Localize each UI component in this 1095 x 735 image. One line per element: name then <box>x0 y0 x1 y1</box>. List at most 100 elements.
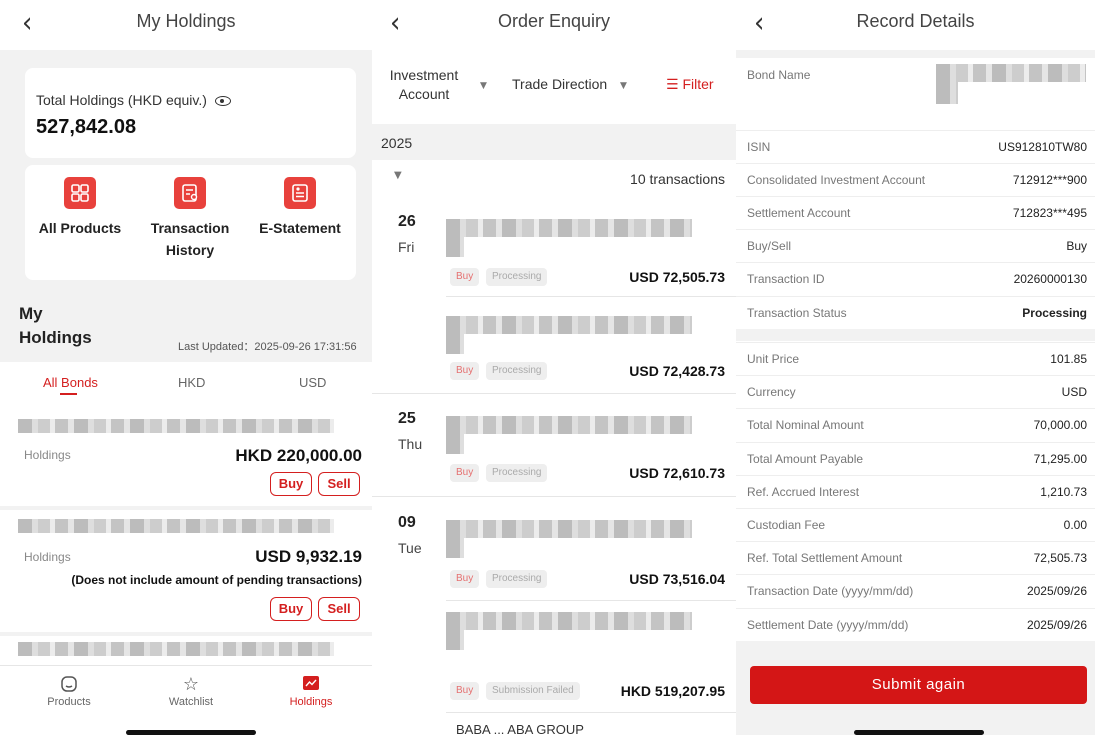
bond-name-redacted <box>936 82 958 104</box>
submit-again-button[interactable]: Submit again <box>750 666 1087 704</box>
home-icon <box>24 674 114 696</box>
transaction-history-button[interactable]: Transaction History <box>135 165 245 261</box>
weekday: Fri <box>398 239 415 255</box>
status-badge: Processing <box>486 268 548 286</box>
holding-item-1[interactable]: Holdings HKD 220,000.00 Buy Sell <box>0 406 372 506</box>
status-badge: Submission Failed <box>486 682 580 700</box>
bond-name-redacted <box>18 642 334 656</box>
weekday: Thu <box>398 436 423 452</box>
eye-icon[interactable] <box>214 96 231 107</box>
detail-value: 71,295.00 <box>1033 451 1087 466</box>
side-badge: Buy <box>450 464 480 482</box>
order-amount: HKD 519,207.95 <box>620 683 725 699</box>
my-holdings-heading: My Holdings <box>19 304 92 347</box>
section-gap <box>736 50 1095 58</box>
investment-account-filter[interactable]: Investment Account <box>389 66 459 104</box>
year-label: 2025 <box>381 135 413 151</box>
collapse-chevron-icon[interactable]: ▼ <box>394 170 402 181</box>
detail-label: Transaction Date (yyyy/mm/dd) <box>747 584 914 599</box>
bond-name-redacted <box>446 416 692 434</box>
detail-label: Transaction Status <box>747 306 847 320</box>
holding-item-3[interactable] <box>0 636 372 666</box>
e-statement-button[interactable]: E-Statement <box>245 165 355 239</box>
detail-value: 20260000130 <box>1013 272 1087 286</box>
page-title: My Holdings <box>136 11 236 31</box>
filter-button[interactable]: ☰ Filter <box>666 76 714 93</box>
holdings-label: Holdings <box>24 550 71 564</box>
detail-row: ISIN US912810TW80 <box>736 130 1095 163</box>
detail-row: Transaction ID 20260000130 <box>736 262 1095 295</box>
tab-products[interactable]: Products <box>24 674 114 708</box>
detail-label: Buy/Sell <box>747 239 792 253</box>
divider <box>372 496 736 497</box>
detail-value: 1,210.73 <box>1040 484 1087 499</box>
bond-name-redacted <box>446 520 692 538</box>
detail-value: 101.85 <box>1050 352 1087 366</box>
divider <box>446 600 736 601</box>
detail-row: Total Nominal Amount 70,000.00 <box>736 408 1095 441</box>
detail-row: Unit Price 101.85 <box>736 342 1095 375</box>
weekday: Tue <box>398 540 422 556</box>
detail-label: Unit Price <box>747 352 800 366</box>
sell-button[interactable]: Sell <box>318 472 360 496</box>
detail-label: Ref. Accrued Interest <box>747 484 860 499</box>
detail-value: 0.00 <box>1063 518 1087 532</box>
status-badge: Processing <box>486 362 548 380</box>
bond-name-redacted <box>446 434 464 454</box>
holdings-label: Holdings <box>24 448 71 462</box>
all-products-button[interactable]: All Products <box>25 165 135 239</box>
bond-name-redacted <box>936 64 1086 82</box>
divider <box>446 296 736 297</box>
buy-button[interactable]: Buy <box>270 597 312 621</box>
detail-value: US912810TW80 <box>998 140 1087 154</box>
detail-row: Settlement Date (yyyy/mm/dd) 2025/09/26 <box>736 607 1095 641</box>
holdings-screen: ‹ My Holdings Total Holdings (HKD equiv.… <box>0 0 372 735</box>
filter-bar: Investment Account ▼ Trade Direction ▼ ☰… <box>372 50 736 124</box>
trade-direction-filter[interactable]: Trade Direction <box>512 76 607 92</box>
tab-watchlist[interactable]: ☆ Watchlist <box>146 674 236 708</box>
holding-value: USD 9,932.19 <box>255 547 362 566</box>
side-badge: Buy <box>450 362 480 380</box>
detail-label: Currency <box>747 385 796 400</box>
bottom-tab-bar: Products ☆ Watchlist Holdings <box>0 665 372 735</box>
detail-row: Total Amount Payable 71,295.00 <box>736 441 1095 475</box>
bond-name-redacted <box>18 519 334 533</box>
holding-value: HKD 220,000.00 <box>235 446 362 465</box>
tab-hkd[interactable]: HKD <box>178 375 205 390</box>
tab-usd[interactable]: USD <box>299 375 326 390</box>
detail-value: 2025/09/26 <box>1026 617 1087 632</box>
day-number: 09 <box>398 514 416 531</box>
detail-row: Transaction Date (yyyy/mm/dd) 2025/09/26 <box>736 574 1095 607</box>
side-badge: Buy <box>450 570 480 588</box>
record-details-screen: ‹ Record Details Bond Name ISIN US912810T… <box>736 0 1095 735</box>
tab-holdings[interactable]: Holdings <box>266 674 356 708</box>
detail-label: Ref. Total Settlement Amount <box>747 551 903 566</box>
quick-actions-card: All Products Transaction History E-State… <box>25 165 356 280</box>
divider <box>446 712 736 713</box>
last-updated-text: Last Updated：2025-09-26 17:31:56 <box>178 341 357 353</box>
sell-button[interactable]: Sell <box>318 597 360 621</box>
holding-item-2[interactable]: Holdings USD 9,932.19 (Does not include … <box>0 510 372 632</box>
total-holdings-value: 527,842.08 <box>36 116 137 138</box>
detail-value: 712823***495 <box>1012 206 1087 220</box>
bond-name-redacted <box>446 612 692 630</box>
detail-row: Ref. Total Settlement Amount 72,505.73 <box>736 541 1095 574</box>
detail-row: Ref. Accrued Interest 1,210.73 <box>736 474 1095 508</box>
detail-label: Transaction ID <box>747 272 825 286</box>
divider <box>372 393 736 394</box>
detail-label: Settlement Date (yyyy/mm/dd) <box>747 617 909 632</box>
order-amount: USD 72,610.73 <box>629 465 725 481</box>
truncated-bond-name: BABA ... ABA GROUP <box>456 722 584 735</box>
orders-nav-bar: ‹ Order Enquiry <box>372 0 736 50</box>
tab-all-bonds[interactable]: All Bonds <box>43 375 98 390</box>
caret-down-icon: ▼ <box>620 81 627 91</box>
holdings-tabs: All Bonds HKD USD <box>0 362 372 406</box>
total-holdings-label: Total Holdings (HKD equiv.) <box>36 92 207 108</box>
grid-icon <box>64 177 96 209</box>
search-document-icon <box>174 177 206 209</box>
detail-label: Settlement Account <box>747 206 851 220</box>
detail-label: Custodian Fee <box>747 518 826 532</box>
holdings-nav-bar: ‹ My Holdings <box>0 0 372 50</box>
side-badge: Buy <box>450 682 480 700</box>
buy-button[interactable]: Buy <box>270 472 312 496</box>
